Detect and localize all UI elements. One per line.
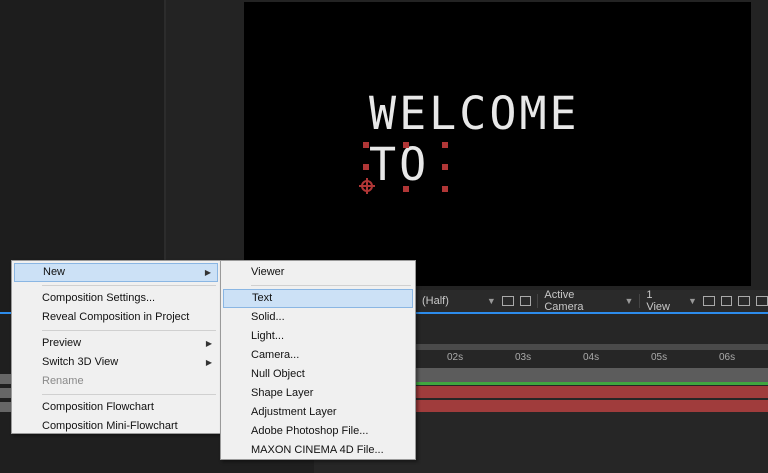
menu-item-shape-layer[interactable]: Shape Layer bbox=[223, 384, 413, 403]
resolution-value: (Half) bbox=[422, 295, 449, 307]
menu-item-label: Composition Flowchart bbox=[42, 401, 154, 413]
menu-separator bbox=[42, 285, 216, 286]
menu-item-label: Viewer bbox=[251, 266, 285, 278]
menu-item-solid[interactable]: Solid... bbox=[223, 308, 413, 327]
menu-item-label: MAXON CINEMA 4D File... bbox=[251, 444, 384, 456]
fast-previews-icon[interactable] bbox=[720, 296, 733, 306]
new-submenu: Viewer Text Solid... Light... Camera... … bbox=[220, 260, 416, 460]
menu-item-label: Adobe Photoshop File... bbox=[251, 425, 369, 437]
selection-handle[interactable] bbox=[403, 142, 409, 148]
selection-handle[interactable] bbox=[363, 164, 369, 170]
menu-item-null-object[interactable]: Null Object bbox=[223, 365, 413, 384]
view-layout-value: 1 View bbox=[646, 289, 670, 313]
menu-item-adjustment-layer[interactable]: Adjustment Layer bbox=[223, 403, 413, 422]
menu-item-composition-flowchart[interactable]: Composition Flowchart bbox=[14, 398, 218, 417]
camera-value: Active Camera bbox=[544, 289, 584, 313]
menu-item-cinema4d-file[interactable]: MAXON CINEMA 4D File... bbox=[223, 441, 413, 460]
submenu-arrow-icon: ▶ bbox=[205, 358, 212, 367]
menu-item-photoshop-file[interactable]: Adobe Photoshop File... bbox=[223, 422, 413, 441]
menu-item-composition-mini-flowchart[interactable]: Composition Mini-Flowchart bbox=[14, 417, 218, 436]
menu-item-label: Adjustment Layer bbox=[251, 406, 337, 418]
chevron-down-icon: ▼ bbox=[688, 296, 697, 306]
flowchart-icon[interactable] bbox=[756, 296, 768, 306]
menu-item-label: Null Object bbox=[251, 368, 305, 380]
ruler-tick-label: 02s bbox=[447, 352, 464, 363]
camera-dropdown[interactable]: Active Camera ▼ bbox=[544, 289, 633, 313]
menu-item-label: Shape Layer bbox=[251, 387, 314, 399]
menu-item-label: Solid... bbox=[251, 311, 285, 323]
menu-item-label: New bbox=[43, 266, 66, 278]
menu-item-new[interactable]: New ▶ bbox=[14, 263, 218, 282]
menu-item-label: Preview bbox=[42, 337, 82, 349]
anchor-point-icon[interactable] bbox=[359, 178, 375, 194]
menu-item-label: Camera... bbox=[251, 349, 300, 361]
menu-item-viewer[interactable]: Viewer bbox=[223, 263, 413, 282]
canvas-text-line2[interactable]: TO bbox=[369, 142, 429, 187]
menu-item-label: Text bbox=[252, 292, 273, 304]
timeline-icon[interactable] bbox=[738, 296, 751, 306]
menu-item-switch-3d-view[interactable]: Switch 3D View ▶ bbox=[14, 353, 218, 372]
toggle-pixel-aspect-icon[interactable] bbox=[702, 296, 715, 306]
selection-handle[interactable] bbox=[442, 142, 448, 148]
selection-handle[interactable] bbox=[403, 186, 409, 192]
ruler-tick-label: 06s bbox=[719, 352, 736, 363]
menu-item-reveal-composition[interactable]: Reveal Composition in Project bbox=[14, 308, 218, 327]
menu-separator bbox=[42, 394, 216, 395]
menu-item-preview[interactable]: Preview ▶ bbox=[14, 334, 218, 353]
submenu-arrow-icon: ▶ bbox=[204, 268, 211, 277]
menu-item-rename: Rename bbox=[14, 372, 218, 391]
region-of-interest-icon[interactable] bbox=[501, 296, 514, 306]
menu-item-label: Rename bbox=[42, 375, 84, 387]
menu-item-label: Light... bbox=[251, 330, 285, 342]
menu-item-composition-settings[interactable]: Composition Settings... bbox=[14, 289, 218, 308]
canvas-text-line1[interactable]: WELCOME bbox=[369, 91, 580, 136]
menu-item-camera[interactable]: Camera... bbox=[223, 346, 413, 365]
selection-handle[interactable] bbox=[442, 186, 448, 192]
toolbar-divider bbox=[537, 294, 539, 308]
selection-handle[interactable] bbox=[363, 142, 369, 148]
selection-handle[interactable] bbox=[442, 164, 448, 170]
menu-item-label: Reveal Composition in Project bbox=[42, 311, 190, 323]
ruler-tick-label: 03s bbox=[515, 352, 532, 363]
toolbar-divider bbox=[639, 294, 641, 308]
viewer-toolbar: (Half) ▼ Active Camera ▼ 1 View ▼ bbox=[414, 289, 768, 313]
menu-item-label: Composition Settings... bbox=[42, 292, 156, 304]
menu-item-label: Composition Mini-Flowchart bbox=[42, 420, 178, 432]
menu-item-text[interactable]: Text bbox=[223, 289, 413, 308]
menu-item-light[interactable]: Light... bbox=[223, 327, 413, 346]
context-menu: New ▶ Composition Settings... Reveal Com… bbox=[11, 260, 221, 434]
submenu-arrow-icon: ▶ bbox=[205, 339, 212, 348]
chevron-down-icon: ▼ bbox=[486, 296, 496, 306]
transparency-grid-icon[interactable] bbox=[519, 296, 532, 306]
resolution-dropdown[interactable]: (Half) ▼ bbox=[422, 295, 496, 307]
chevron-down-icon: ▼ bbox=[624, 296, 634, 306]
view-layout-dropdown[interactable]: 1 View ▼ bbox=[646, 289, 697, 313]
menu-separator bbox=[251, 285, 411, 286]
ruler-tick-label: 04s bbox=[583, 352, 600, 363]
menu-item-label: Switch 3D View bbox=[42, 356, 119, 368]
ruler-tick-label: 05s bbox=[651, 352, 668, 363]
composition-canvas[interactable] bbox=[244, 2, 751, 286]
menu-separator bbox=[42, 330, 216, 331]
